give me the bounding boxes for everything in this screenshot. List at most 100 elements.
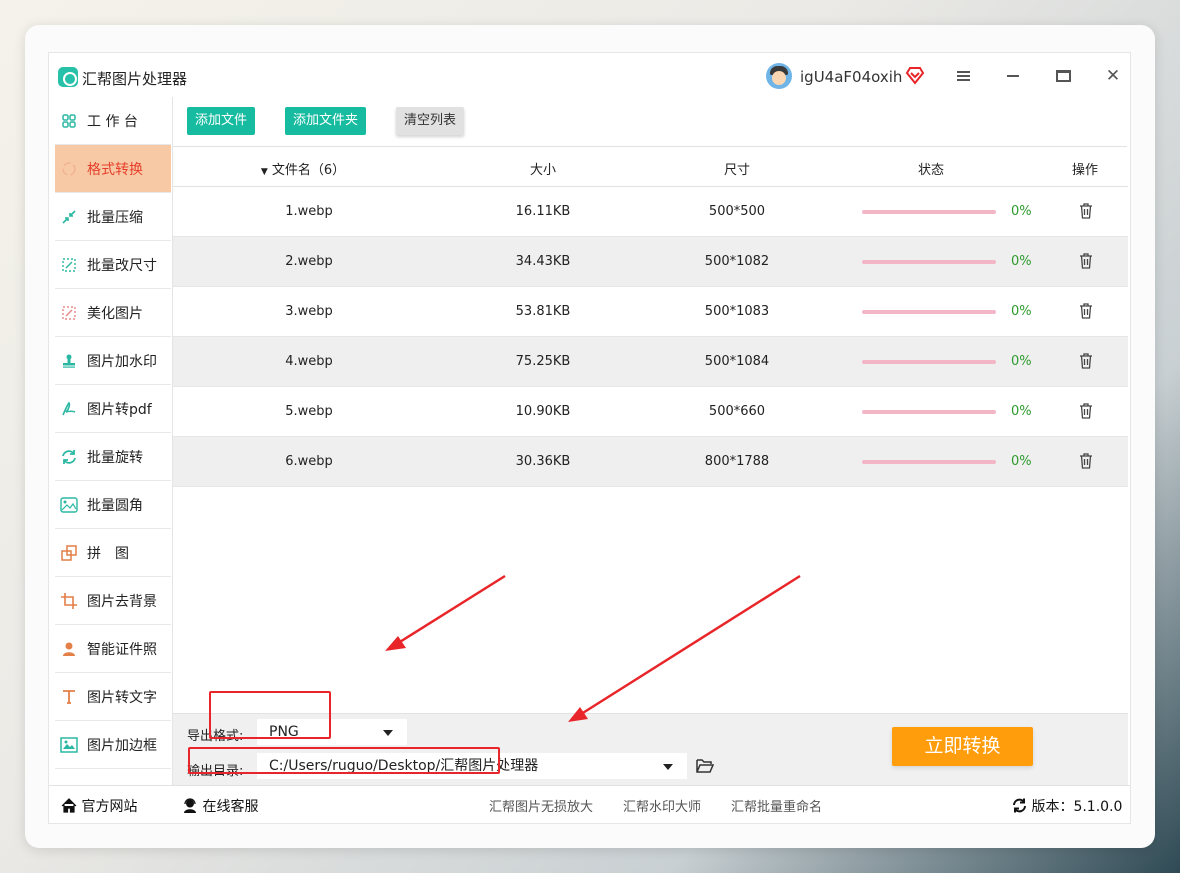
progress-percent: 0% <box>1011 354 1032 369</box>
trash-icon[interactable] <box>1079 403 1093 419</box>
file-name: 6.webp <box>285 454 333 469</box>
footer-link-upscale[interactable]: 汇帮图片无损放大 <box>489 796 593 815</box>
home-icon <box>61 798 77 813</box>
sidebar-item-beautify[interactable]: 美化图片 <box>55 289 171 337</box>
add-folder-button[interactable]: 添加文件夹 <box>285 107 367 135</box>
progress-bar <box>862 460 996 464</box>
progress-percent: 0% <box>1011 204 1032 219</box>
sidebar-item-label: 图片转pdf <box>87 401 152 418</box>
sidebar-item-rounded-corner[interactable]: 批量圆角 <box>55 481 171 529</box>
toolbar: 添加文件 添加文件夹 清空列表 <box>173 97 1127 147</box>
sidebar-item-id-photo[interactable]: 智能证件照 <box>55 625 171 673</box>
trash-icon[interactable] <box>1079 353 1093 369</box>
trash-icon[interactable] <box>1079 253 1093 269</box>
sidebar-item-add-border[interactable]: 图片加边框 <box>55 721 171 769</box>
sidebar-item-compress[interactable]: 批量压缩 <box>55 193 171 241</box>
sort-down-icon: ▼ <box>260 167 268 177</box>
clear-list-button[interactable]: 清空列表 <box>396 107 465 135</box>
website-label: 官方网站 <box>81 799 138 815</box>
sidebar-item-resize[interactable]: 批量改尺寸 <box>55 241 171 289</box>
close-icon: ✕ <box>1105 66 1121 86</box>
file-dimensions: 500*660 <box>708 404 766 419</box>
sidebar-item-label: 批量圆角 <box>87 497 143 514</box>
sidebar-item-label: 智能证件照 <box>87 641 157 658</box>
menu-icon <box>956 71 970 81</box>
crop-icon <box>59 591 79 611</box>
sidebar-item-puzzle[interactable]: 拼 图 <box>55 529 171 577</box>
footer-link-watermark-master[interactable]: 汇帮水印大师 <box>623 796 701 815</box>
sidebar-item-format-convert[interactable]: 格式转换 <box>55 145 171 193</box>
minimize-icon <box>1007 75 1019 77</box>
text-icon <box>59 687 79 707</box>
maximize-icon <box>1055 70 1071 82</box>
support-agent-icon <box>184 798 196 813</box>
support-label: 在线客服 <box>202 799 259 815</box>
minimize-button[interactable] <box>1000 63 1026 89</box>
folder-open-icon[interactable] <box>696 758 714 773</box>
sidebar-item-to-pdf[interactable]: 图片转pdf <box>55 385 171 433</box>
vip-diamond-icon[interactable] <box>905 65 925 85</box>
header-filename[interactable]: ▼ 文件名（6） <box>261 159 345 178</box>
file-size: 34.43KB <box>515 254 571 269</box>
header-actions: 操作 <box>1071 163 1099 178</box>
table-row[interactable]: 4.webp 75.25KB 500*1084 0% <box>173 337 1128 387</box>
app-logo-icon <box>58 67 78 87</box>
official-website-link[interactable]: 官方网站 <box>61 796 137 816</box>
trash-icon[interactable] <box>1079 203 1093 219</box>
table-row[interactable]: 6.webp 30.36KB 800*1788 0% <box>173 437 1128 487</box>
footer-link-batch-rename[interactable]: 汇帮批量重命名 <box>731 796 822 815</box>
file-dimensions: 500*1083 <box>704 304 770 319</box>
sidebar-item-label: 图片加水印 <box>87 353 157 370</box>
file-name: 1.webp <box>285 204 333 219</box>
file-name: 3.webp <box>285 304 333 319</box>
watermark-icon <box>59 351 79 371</box>
file-size: 30.36KB <box>515 454 571 469</box>
sidebar-item-rotate[interactable]: 批量旋转 <box>55 433 171 481</box>
table-row[interactable]: 1.webp 16.11KB 500*500 0% <box>173 187 1128 237</box>
beautify-icon <box>59 303 79 323</box>
progress-bar <box>862 210 996 214</box>
username[interactable]: igU4aF04oxih <box>800 68 902 86</box>
sidebar-item-image-to-text[interactable]: 图片转文字 <box>55 673 171 721</box>
add-file-button[interactable]: 添加文件 <box>187 107 256 135</box>
sidebar-item-label: 批量旋转 <box>87 449 143 466</box>
file-dimensions: 500*500 <box>708 204 766 219</box>
file-dimensions: 500*1082 <box>704 254 770 269</box>
app-title: 汇帮图片处理器 <box>82 70 188 88</box>
annotation-box-output-dir <box>188 747 500 774</box>
trash-icon[interactable] <box>1079 303 1093 319</box>
sidebar-item-label: 批量改尺寸 <box>87 257 157 274</box>
sidebar-item-label: 拼 图 <box>87 545 129 562</box>
close-button[interactable]: ✕ <box>1100 63 1126 89</box>
refresh-icon <box>1013 798 1026 813</box>
version-info[interactable]: 版本：5.1.0.0 <box>1012 796 1122 816</box>
file-name: 2.webp <box>285 254 333 269</box>
file-name: 4.webp <box>285 354 333 369</box>
puzzle-icon <box>59 543 79 563</box>
annotation-box-format <box>209 691 331 739</box>
table-row[interactable]: 2.webp 34.43KB 500*1082 0% <box>173 237 1128 287</box>
table-row[interactable]: 5.webp 10.90KB 500*660 0% <box>173 387 1128 437</box>
sidebar-item-label: 美化图片 <box>87 305 143 322</box>
progress-percent: 0% <box>1011 304 1032 319</box>
header-filename-label: 文件名（6） <box>271 163 346 178</box>
maximize-button[interactable] <box>1050 63 1076 89</box>
progress-bar <box>862 410 996 414</box>
menu-button[interactable] <box>950 63 976 89</box>
file-dimensions: 500*1084 <box>704 354 770 369</box>
table-header: ▼ 文件名（6） 大小 尺寸 状态 操作 <box>173 147 1128 187</box>
convert-now-button[interactable]: 立即转换 <box>892 727 1033 766</box>
trash-icon[interactable] <box>1079 453 1093 469</box>
title-bar: 汇帮图片处理器 igU4aF04oxih ✕ <box>49 53 1130 97</box>
sidebar-item-watermark[interactable]: 图片加水印 <box>55 337 171 385</box>
online-support-link[interactable]: 在线客服 <box>182 796 258 816</box>
pdf-icon <box>59 399 79 419</box>
progress-percent: 0% <box>1011 404 1032 419</box>
table-row[interactable]: 3.webp 53.81KB 500*1083 0% <box>173 287 1128 337</box>
avatar[interactable] <box>766 63 792 89</box>
sidebar-item-remove-background[interactable]: 图片去背景 <box>55 577 171 625</box>
version-label: 版本： <box>1031 799 1074 815</box>
header-size: 大小 <box>529 163 557 178</box>
progress-percent: 0% <box>1011 454 1032 469</box>
sidebar-item-workbench[interactable]: 工 作 台 <box>55 97 171 145</box>
